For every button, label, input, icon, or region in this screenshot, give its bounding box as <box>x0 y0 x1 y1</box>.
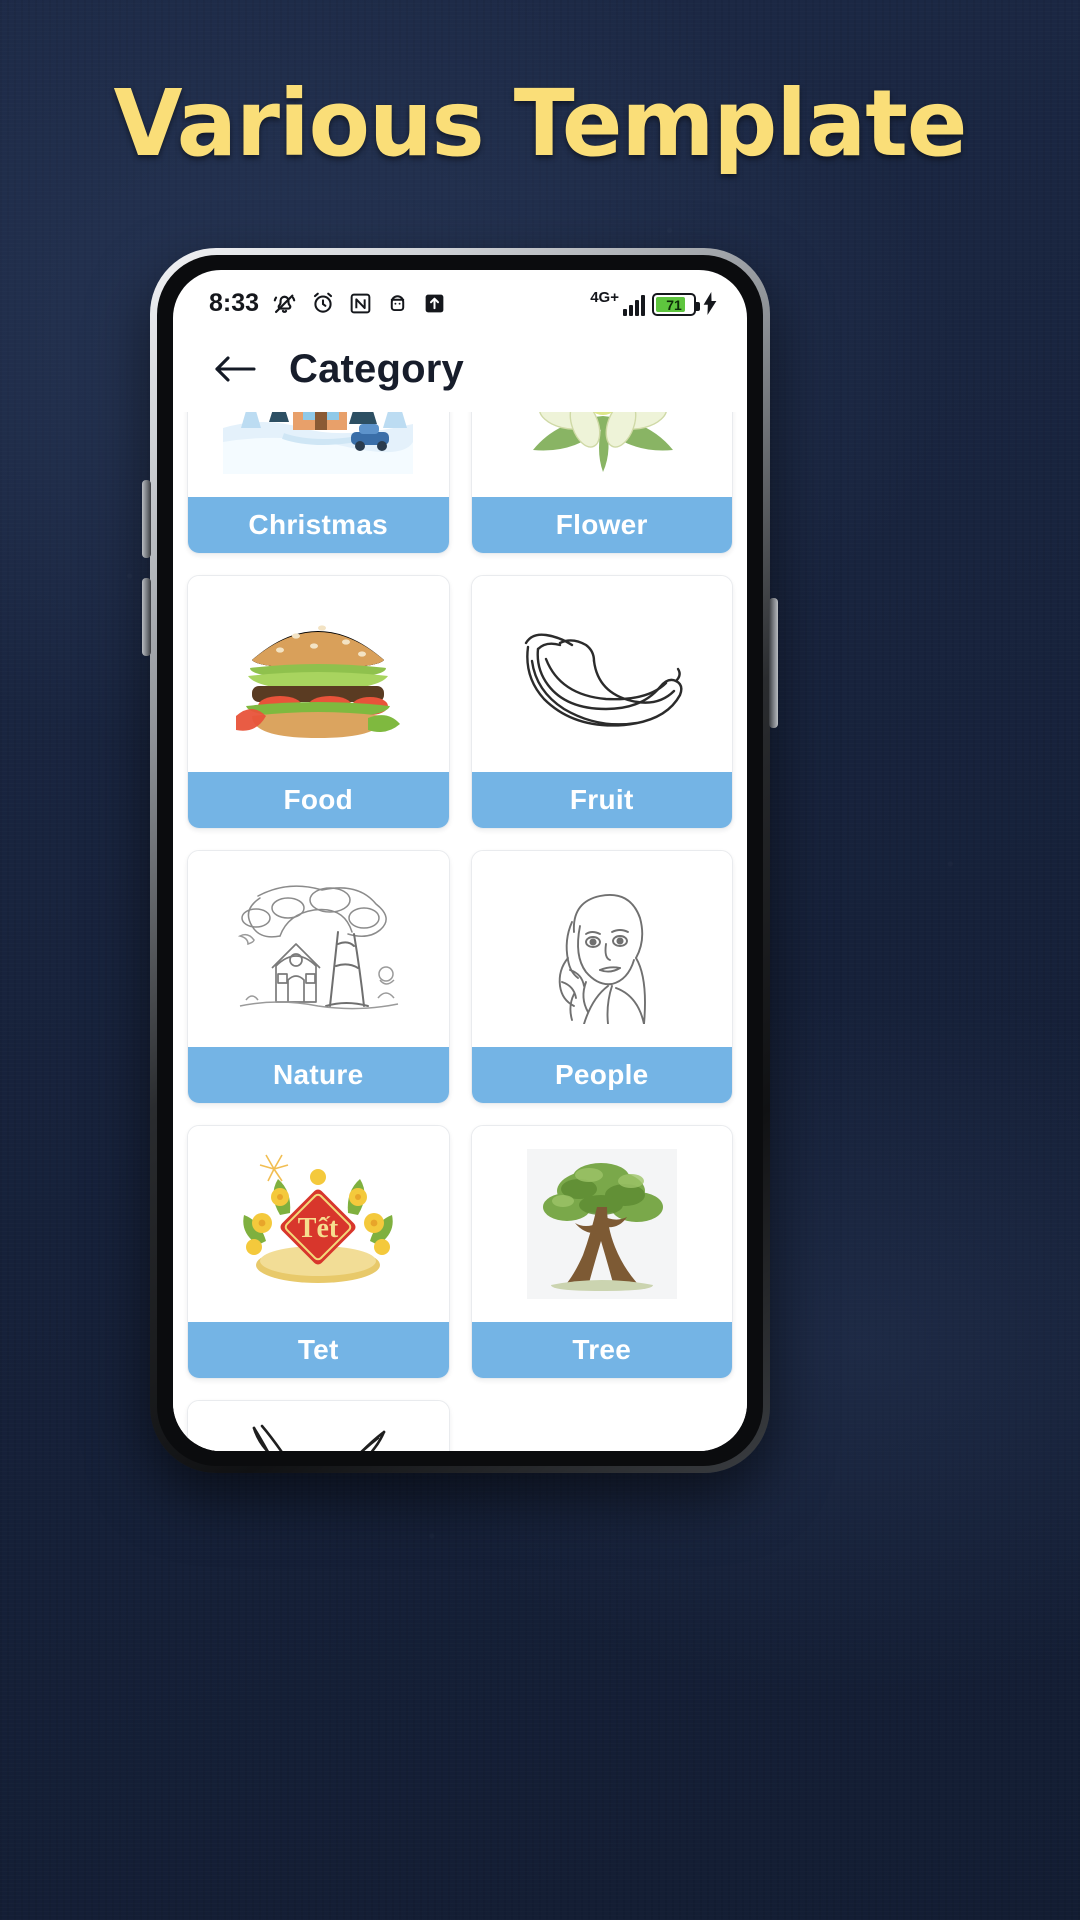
category-card-nature[interactable]: Nature <box>187 850 450 1104</box>
bonsai-tree-thumb <box>471 1126 732 1322</box>
tet-thumb: Tết <box>188 1126 449 1322</box>
category-card-christmas[interactable]: Christmas <box>187 412 450 554</box>
category-card-tree[interactable]: Tree <box>470 1125 733 1379</box>
status-time: 8:33 <box>209 288 260 317</box>
power-button[interactable] <box>769 598 778 728</box>
tree-house-thumb <box>188 851 449 1047</box>
volume-down-button[interactable] <box>142 578 151 656</box>
charging-bolt-icon <box>703 292 717 315</box>
burger-thumb <box>188 576 449 772</box>
banana-thumb <box>471 576 732 772</box>
status-bar-left: 8:33 <box>209 289 447 318</box>
nfc-icon <box>348 291 373 316</box>
category-label: Food <box>188 772 449 828</box>
category-grid: Christmas Flower Food Fruit Nature Peopl… <box>181 412 739 1451</box>
upload-arrow-icon <box>422 291 447 316</box>
flower-thumb <box>471 412 732 497</box>
category-label: Flower <box>471 497 732 553</box>
category-card-tet[interactable]: Tết Tet <box>187 1125 450 1379</box>
category-label: Tet <box>188 1322 449 1378</box>
battery-percent-label: 71 <box>666 296 682 313</box>
alarm-icon <box>310 290 336 316</box>
category-card-fruit[interactable]: Fruit <box>470 575 733 829</box>
category-card-flower[interactable]: Flower <box>470 412 733 554</box>
vibrate-off-icon <box>271 290 298 317</box>
battery-icon: 71 <box>652 293 700 316</box>
phone-mockup: 8:33 4G+ 71 Category Christmas Flower Fo… <box>142 248 778 1473</box>
phone-bezel: 8:33 4G+ 71 Category Christmas Flower Fo… <box>157 255 763 1466</box>
portrait-thumb <box>471 851 732 1047</box>
app-bar: Category <box>173 326 747 412</box>
network-type-label: 4G+ <box>590 289 619 306</box>
category-grid-scroll[interactable]: Christmas Flower Food Fruit Nature Peopl… <box>173 412 747 1451</box>
christmas-house-thumb <box>188 412 449 497</box>
status-bar: 8:33 4G+ 71 <box>173 270 747 326</box>
phone-screen: 8:33 4G+ 71 Category Christmas Flower Fo… <box>173 270 747 1451</box>
pikachu-thumb <box>188 1401 449 1451</box>
category-card-food[interactable]: Food <box>187 575 450 829</box>
category-label: Nature <box>188 1047 449 1103</box>
category-card-people[interactable]: People <box>470 850 733 1104</box>
category-label: Tree <box>471 1322 732 1378</box>
volume-up-button[interactable] <box>142 480 151 558</box>
back-button[interactable] <box>207 341 263 397</box>
category-label: Fruit <box>471 772 732 828</box>
status-bar-right: 4G+ 71 <box>590 290 717 316</box>
category-card-pikachu[interactable] <box>187 1400 450 1451</box>
promo-headline: Various Template <box>113 70 968 177</box>
android-face-icon <box>385 291 410 316</box>
page-title: Category <box>289 346 464 391</box>
category-label: Christmas <box>188 497 449 553</box>
category-label: People <box>471 1047 732 1103</box>
signal-bars-icon <box>623 294 645 316</box>
svg-text:Tết: Tết <box>298 1213 339 1244</box>
